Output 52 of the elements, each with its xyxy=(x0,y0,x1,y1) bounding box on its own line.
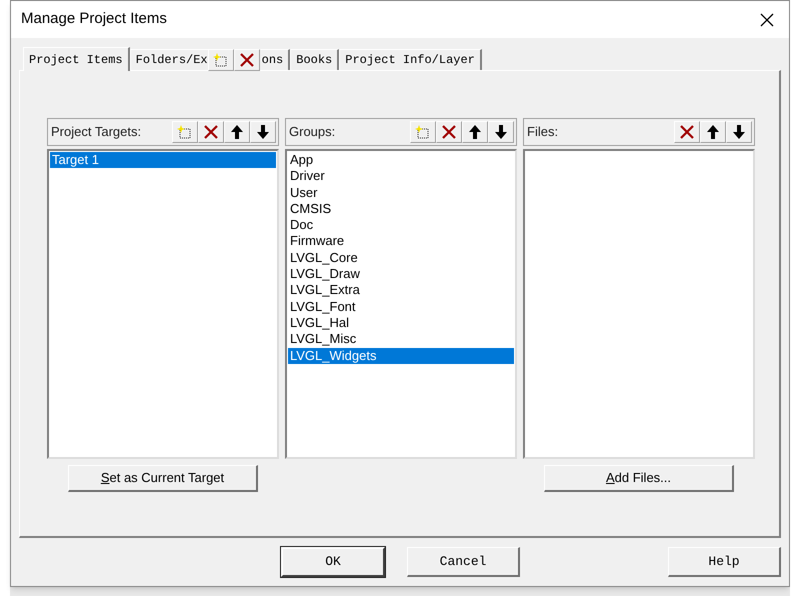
toolbar-button[interactable] xyxy=(172,121,198,143)
list-item[interactable]: Driver xyxy=(288,168,514,185)
delete-icon xyxy=(441,124,457,140)
window-title: Manage Project Items xyxy=(21,9,167,30)
list-item[interactable]: LVGL_Misc xyxy=(288,331,514,348)
action-button[interactable]: Set as Current Target xyxy=(68,464,258,492)
toolbar-button[interactable] xyxy=(250,121,276,143)
down-arrow-icon xyxy=(732,124,746,140)
down-arrow-icon xyxy=(494,124,508,140)
list-item[interactable]: LVGL_Hal xyxy=(288,314,514,332)
list-item[interactable]: LVGL_Core xyxy=(288,250,514,266)
tab[interactable]: Project Items xyxy=(23,47,130,71)
list-item[interactable]: CMSIS xyxy=(288,200,514,218)
toolbar-button[interactable] xyxy=(208,49,234,71)
list-item[interactable]: LVGL_Widgets xyxy=(288,348,514,364)
up-arrow-icon xyxy=(468,124,482,140)
delete-icon xyxy=(238,52,255,68)
delete-icon xyxy=(203,124,219,140)
toolbar-button[interactable] xyxy=(234,49,260,71)
toolbar-button[interactable] xyxy=(726,121,752,143)
action-button[interactable]: Add Files... xyxy=(544,464,734,492)
list-item[interactable]: LVGL_Extra xyxy=(288,282,514,299)
tab[interactable]: Project Info/Layer xyxy=(339,49,482,70)
toolbar-button[interactable] xyxy=(700,121,726,143)
panel-title: Groups: xyxy=(289,123,336,142)
toolbar-button[interactable] xyxy=(674,121,700,143)
down-arrow-icon xyxy=(256,124,270,140)
panel-title: Files: xyxy=(527,123,558,142)
up-arrow-icon xyxy=(706,124,720,140)
list-item[interactable]: Firmware xyxy=(288,233,514,250)
up-arrow-icon xyxy=(230,124,244,140)
list-item[interactable]: LVGL_Font xyxy=(288,298,514,315)
new-item-icon xyxy=(415,124,431,140)
toolbar-button[interactable] xyxy=(224,121,250,143)
toolbar-button[interactable] xyxy=(436,121,462,143)
list-item[interactable]: Doc xyxy=(288,217,514,234)
list-item[interactable]: LVGL_Draw xyxy=(288,266,514,282)
delete-icon xyxy=(679,124,695,140)
panel-title: Project Targets: xyxy=(51,123,142,142)
dialog-button[interactable]: OK xyxy=(281,547,386,577)
tab[interactable]: Books xyxy=(290,49,340,70)
toolbar-button[interactable] xyxy=(410,121,436,143)
new-item-icon xyxy=(212,52,229,68)
new-item-icon xyxy=(177,124,193,140)
list-item[interactable]: User xyxy=(288,184,514,201)
dialog-button[interactable]: Help xyxy=(668,547,781,577)
list-item[interactable]: App xyxy=(288,152,514,168)
toolbar-button[interactable] xyxy=(198,121,224,143)
list-item[interactable]: Target 1 xyxy=(50,152,276,168)
toolbar-button[interactable] xyxy=(462,121,488,143)
toolbar-button[interactable] xyxy=(488,121,514,143)
dialog-button[interactable]: Cancel xyxy=(407,547,520,577)
